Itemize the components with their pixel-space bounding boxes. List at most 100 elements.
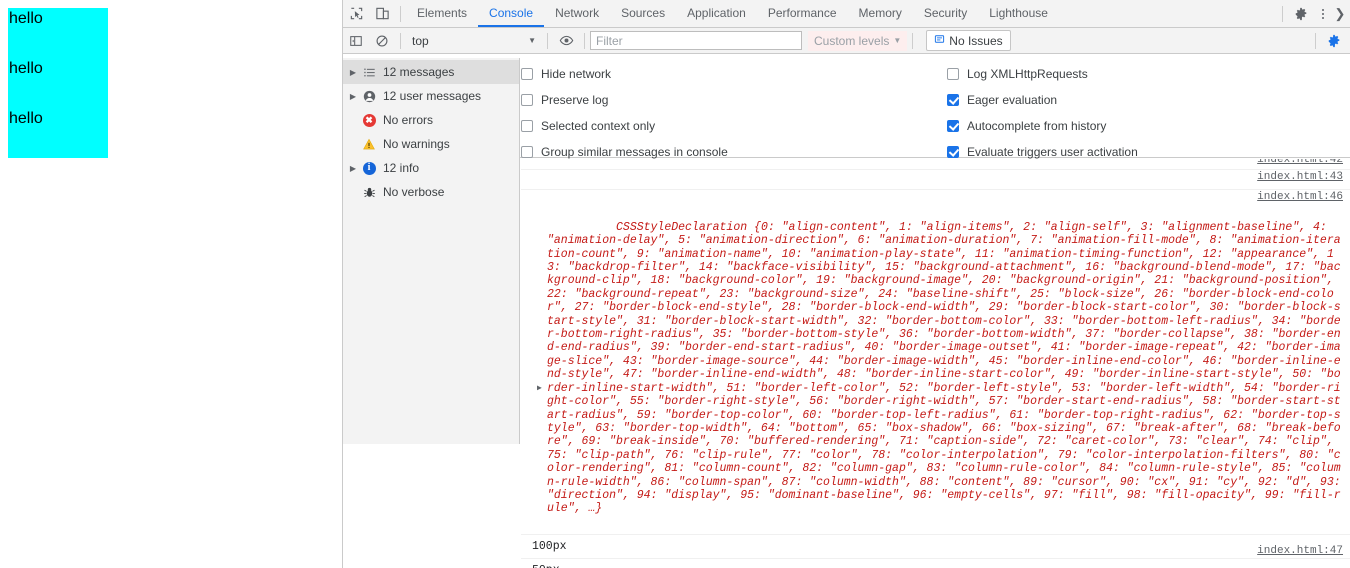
tab-elements[interactable]: Elements [406, 0, 478, 27]
sidebar-item-warnings[interactable]: ▶ No warnings [343, 132, 519, 156]
checkbox-icon[interactable] [521, 68, 533, 80]
live-expression-icon[interactable] [553, 28, 579, 54]
console-message-row[interactable]: 100px index.html:47 [521, 535, 1350, 559]
tab-security[interactable]: Security [913, 0, 978, 27]
inspect-element-icon[interactable] [343, 1, 369, 27]
issues-button[interactable]: No Issues [926, 30, 1010, 51]
execution-context-value: top [412, 34, 429, 48]
setting-selected-context-only[interactable]: Selected context only [521, 113, 728, 139]
source-link[interactable]: index.html:43 [1257, 171, 1343, 183]
kebab-menu-icon[interactable] [1314, 4, 1332, 24]
sidebar-item-errors[interactable]: ▶ ✖ No errors [343, 108, 519, 132]
setting-label: Preserve log [541, 93, 608, 107]
console-filter-toolbar: top ▼ Custom levels ▼ No Issu [343, 28, 1350, 54]
checkbox-icon[interactable] [947, 94, 959, 106]
checkbox-icon[interactable] [947, 146, 959, 158]
issues-flag-icon [934, 34, 945, 48]
setting-preserve-log[interactable]: Preserve log [521, 87, 728, 113]
toolbar-divider [912, 33, 913, 49]
console-message-row[interactable]: 50px index.html:48 [521, 559, 1350, 568]
setting-label: Hide network [541, 67, 611, 81]
tab-lighthouse[interactable]: Lighthouse [978, 0, 1059, 27]
checkbox-icon[interactable] [521, 120, 533, 132]
setting-hide-network[interactable]: Hide network [521, 61, 728, 87]
toolbar-divider [400, 33, 401, 49]
gear-icon[interactable] [1288, 1, 1314, 27]
log-levels-selector[interactable]: Custom levels ▼ [808, 31, 907, 51]
toolbar-divider [1315, 33, 1316, 49]
chevron-right-icon[interactable]: ▶ [347, 66, 359, 78]
setting-label: Selected context only [541, 119, 655, 133]
sidebar-item-user-messages[interactable]: ▶ 12 user messages [343, 84, 519, 108]
tab-memory[interactable]: Memory [848, 0, 913, 27]
toolbar-divider [547, 33, 548, 49]
console-message-row-cssstyledeclaration[interactable]: index.html:46 ▶ CSSStyleDeclaration {0: … [521, 190, 1350, 535]
cyan-box [8, 8, 108, 158]
sidebar-item-label: 12 info [383, 161, 419, 175]
toolbar-divider [400, 6, 401, 22]
expand-triangle-icon[interactable]: ▶ [537, 382, 542, 395]
chevron-right-icon[interactable]: ▶ [347, 90, 359, 102]
device-toolbar-icon[interactable] [369, 1, 395, 27]
tab-sources[interactable]: Sources [610, 0, 676, 27]
sidebar-item-label: No warnings [383, 137, 450, 151]
devtools-panel: Elements Console Network Sources Applica… [342, 0, 1350, 568]
css-declaration-text: CSSStyleDeclaration {0: "align-content",… [547, 221, 1348, 516]
sidebar-item-messages[interactable]: ▶ 12 messages [343, 60, 519, 84]
tab-network[interactable]: Network [544, 0, 610, 27]
page-text-line: hello [9, 10, 43, 28]
console-message-text: 100px [532, 540, 567, 553]
checkbox-icon[interactable] [947, 68, 959, 80]
toolbar-divider [584, 33, 585, 49]
setting-label: Evaluate triggers user activation [967, 145, 1138, 159]
clear-console-icon[interactable] [369, 28, 395, 54]
console-message-list[interactable]: index.html:42 index.html:43 index.html:4… [521, 159, 1350, 568]
source-link[interactable]: index.html:42 [1257, 159, 1343, 166]
setting-autocomplete-from-history[interactable]: Autocomplete from history [947, 113, 1138, 139]
chevron-down-icon: ▼ [528, 36, 542, 45]
console-body: ▶ 12 messages ▶ [343, 159, 1350, 568]
sidebar-item-label: No verbose [383, 185, 444, 199]
sidebar-item-info[interactable]: ▶ i 12 info [343, 156, 519, 180]
checkbox-icon[interactable] [521, 94, 533, 106]
log-levels-value: Custom levels [814, 34, 889, 48]
sidebar-item-label: 12 messages [383, 65, 454, 79]
filter-input[interactable] [590, 31, 802, 50]
console-message-text: 50px [532, 564, 560, 568]
console-settings-gear-icon[interactable] [1321, 28, 1347, 54]
settings-column-left: Hide network Preserve log Selected conte… [521, 61, 728, 165]
chevron-right-icon[interactable]: ❯ [1332, 4, 1348, 24]
console-sidebar: ▶ 12 messages ▶ [343, 58, 520, 444]
page-text-line: hello [9, 60, 43, 78]
setting-label: Group similar messages in console [541, 145, 728, 159]
rendered-page-viewport: hello hello hello [0, 0, 342, 568]
setting-eager-evaluation[interactable]: Eager evaluation [947, 87, 1138, 113]
console-message-row[interactable]: index.html:42 [521, 159, 1350, 170]
sidebar-item-label: 12 user messages [383, 89, 481, 103]
bug-icon [359, 184, 379, 200]
source-link[interactable]: index.html:48 [1257, 563, 1343, 568]
sidebar-item-label: No errors [383, 113, 433, 127]
tab-performance[interactable]: Performance [757, 0, 848, 27]
tab-console[interactable]: Console [478, 0, 544, 27]
console-message-row[interactable]: index.html:43 [521, 170, 1350, 190]
setting-label: Autocomplete from history [967, 119, 1106, 133]
user-icon [359, 88, 379, 104]
info-icon: i [359, 160, 379, 176]
chevron-right-icon[interactable]: ▶ [347, 162, 359, 174]
checkbox-icon[interactable] [521, 146, 533, 158]
chevron-down-icon: ▼ [893, 36, 901, 45]
checkbox-icon[interactable] [947, 120, 959, 132]
setting-log-xmlhttprequests[interactable]: Log XMLHttpRequests [947, 61, 1138, 87]
setting-label: Log XMLHttpRequests [967, 67, 1088, 81]
devtools-tabstrip: Elements Console Network Sources Applica… [343, 0, 1350, 28]
sidebar-item-verbose[interactable]: ▶ No verbose [343, 180, 519, 204]
execution-context-selector[interactable]: top ▼ [406, 31, 542, 51]
toolbar-divider [1282, 6, 1283, 22]
list-icon [359, 64, 379, 80]
tabstrip-actions: ❯ [1277, 1, 1350, 27]
show-console-sidebar-icon[interactable] [343, 28, 369, 54]
issues-label: No Issues [949, 34, 1002, 48]
css-style-declaration-output[interactable]: ▶ CSSStyleDeclaration {0: "align-content… [521, 191, 1350, 533]
tab-application[interactable]: Application [676, 0, 757, 27]
